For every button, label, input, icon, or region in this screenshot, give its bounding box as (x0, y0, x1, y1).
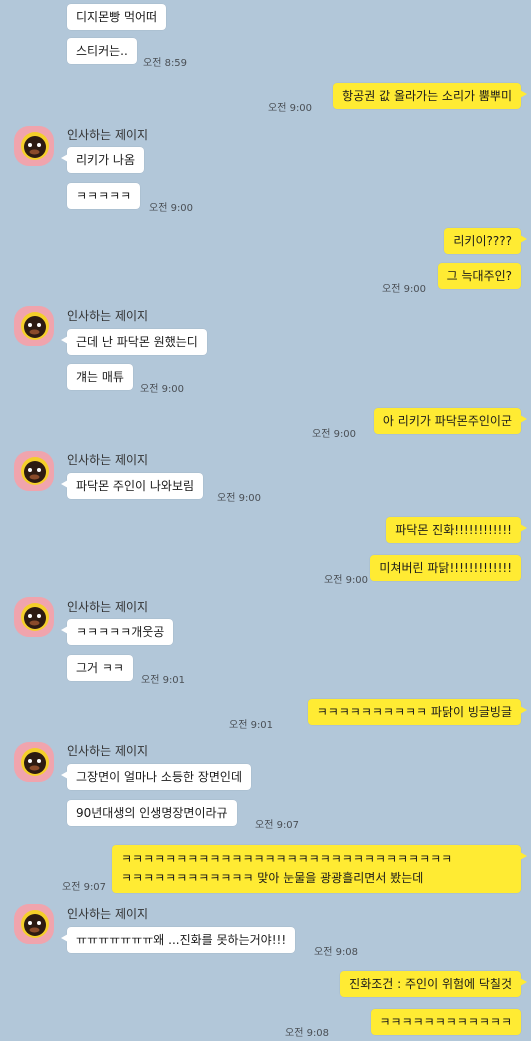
message-text: 파닥몬 진화!!!!!!!!!!!! (395, 523, 512, 537)
profile-character-icon (21, 457, 49, 485)
message-text: 미쳐버린 파닭!!!!!!!!!!!!! (379, 561, 512, 575)
message-time: 오전 9:01 (229, 720, 274, 731)
message-bubble[interactable]: 그 늑대주인? (437, 263, 521, 289)
message-bubble[interactable]: ㅋㅋㅋㅋㅋ개웃공 (60, 619, 174, 645)
message-time: 오전 9:00 (140, 384, 185, 395)
message-bubble[interactable]: 미쳐버린 파닭!!!!!!!!!!!!! (370, 555, 521, 581)
message-bubble[interactable]: 파닥몬 진화!!!!!!!!!!!! (386, 517, 527, 543)
message-bubble[interactable]: 진화조건 : 주인이 위험에 닥칠것 (340, 971, 527, 997)
message-bubble[interactable]: 리키이???? (444, 228, 527, 254)
message-bubble[interactable]: 파닥몬 주인이 나와보림 (60, 473, 204, 499)
sender-avatar[interactable] (14, 904, 54, 944)
sender-name: 인사하는 제이지 (67, 600, 149, 614)
message-bubble[interactable]: ㅋㅋㅋㅋㅋㅋㅋㅋㅋㅋ 파닭이 빙글빙글 (307, 699, 528, 725)
message-text: ㅠㅠㅠㅠㅠㅠㅠ왜 ...진화를 못하는거야!!! (76, 933, 287, 947)
message-time: 오전 9:01 (141, 675, 186, 686)
message-text: 스티커는.. (76, 44, 128, 58)
message-bubble[interactable]: 걔는 매튜 (67, 364, 133, 390)
message-text: 걔는 매튜 (76, 370, 124, 384)
message-bubble[interactable]: ㅋㅋㅋㅋㅋㅋㅋㅋㅋㅋㅋㅋ (370, 1009, 521, 1035)
message-time: 오전 9:07 (62, 882, 107, 893)
message-bubble[interactable]: 리키가 나옴 (60, 147, 145, 173)
message-bubble[interactable]: ㅋㅋㅋㅋㅋㅋㅋㅋㅋㅋㅋㅋㅋㅋㅋㅋㅋㅋㅋㅋㅋㅋㅋㅋㅋㅋㅋㅋㅋㅋ ㅋㅋㅋㅋㅋㅋㅋㅋㅋ… (112, 845, 527, 893)
sender-name: 인사하는 제이지 (67, 907, 149, 921)
profile-character-icon (21, 132, 49, 160)
message-text-line: ㅋㅋㅋㅋㅋㅋㅋㅋㅋㅋㅋㅋ 맞아 눈물을 광광흘리면서 봤는데 (121, 871, 424, 885)
message-bubble[interactable]: 디지몬빵 먹어떠 (67, 4, 167, 30)
message-time: 오전 8:59 (143, 58, 188, 69)
message-bubble[interactable]: 그장면이 얼마나 소등한 장면인데 (60, 764, 252, 790)
message-bubble[interactable]: 그거 ㅋㅋ (67, 655, 133, 681)
message-text: ㅋㅋㅋㅋㅋ (76, 189, 132, 203)
message-bubble[interactable]: ㅋㅋㅋㅋㅋ (67, 183, 141, 209)
message-text: 항공권 값 올라가는 소리가 뿜뿌미 (342, 89, 512, 103)
profile-character-icon (21, 312, 49, 340)
message-text: 그 늑대주인? (446, 269, 512, 283)
message-text: 그장면이 얼마나 소등한 장면인데 (76, 770, 243, 784)
message-text: ㅋㅋㅋㅋㅋㅋㅋㅋㅋㅋ 파닭이 빙글빙글 (316, 705, 512, 719)
message-text: 90년대생의 인생명장면이라규 (76, 806, 228, 820)
message-time: 오전 9:00 (268, 103, 313, 114)
message-time: 오전 9:00 (324, 575, 369, 586)
sender-name: 인사하는 제이지 (67, 128, 149, 142)
message-text: 아 리키가 파닥몬주인이군 (382, 414, 512, 428)
message-time: 오전 9:00 (382, 284, 427, 295)
message-bubble[interactable]: 항공권 값 올라가는 소리가 뿜뿌미 (333, 83, 527, 109)
message-bubble[interactable]: 90년대생의 인생명장면이라규 (67, 800, 237, 826)
message-text: 파닥몬 주인이 나와보림 (76, 479, 195, 493)
message-text: 진화조건 : 주인이 위험에 닥칠것 (349, 977, 512, 991)
message-text: 근데 난 파닥몬 원했는디 (76, 335, 198, 349)
message-text: 리키이???? (453, 234, 512, 248)
message-text-line: ㅋㅋㅋㅋㅋㅋㅋㅋㅋㅋㅋㅋㅋㅋㅋㅋㅋㅋㅋㅋㅋㅋㅋㅋㅋㅋㅋㅋㅋㅋ (121, 852, 453, 866)
sender-avatar[interactable] (14, 742, 54, 782)
sender-avatar[interactable] (14, 126, 54, 166)
sender-name: 인사하는 제이지 (67, 309, 149, 323)
message-text: 그거 ㅋㅋ (76, 661, 124, 675)
sender-name: 인사하는 제이지 (67, 453, 149, 467)
message-bubble[interactable]: 아 리키가 파닥몬주인이군 (373, 408, 528, 434)
profile-character-icon (21, 748, 49, 776)
message-time: 오전 9:07 (255, 820, 300, 831)
message-bubble[interactable]: 스티커는.. (67, 38, 137, 64)
message-bubble[interactable]: 근데 난 파닥몬 원했는디 (61, 329, 207, 355)
message-time: 오전 9:00 (149, 203, 194, 214)
message-time: 오전 9:00 (217, 493, 262, 504)
sender-avatar[interactable] (14, 306, 54, 346)
profile-character-icon (21, 910, 49, 938)
message-time: 오전 9:08 (314, 947, 359, 958)
message-time: 오전 9:00 (312, 429, 357, 440)
message-bubble[interactable]: ㅠㅠㅠㅠㅠㅠㅠ왜 ...진화를 못하는거야!!! (60, 927, 296, 953)
profile-character-icon (21, 603, 49, 631)
message-time: 오전 9:08 (285, 1028, 330, 1039)
message-text: 리키가 나옴 (76, 153, 136, 167)
message-text: ㅋㅋㅋㅋㅋ개웃공 (76, 625, 165, 639)
sender-avatar[interactable] (14, 597, 54, 637)
sender-avatar[interactable] (14, 451, 54, 491)
message-text: 디지몬빵 먹어떠 (76, 10, 158, 24)
sender-name: 인사하는 제이지 (67, 744, 149, 758)
message-text: ㅋㅋㅋㅋㅋㅋㅋㅋㅋㅋㅋㅋ (379, 1015, 512, 1029)
